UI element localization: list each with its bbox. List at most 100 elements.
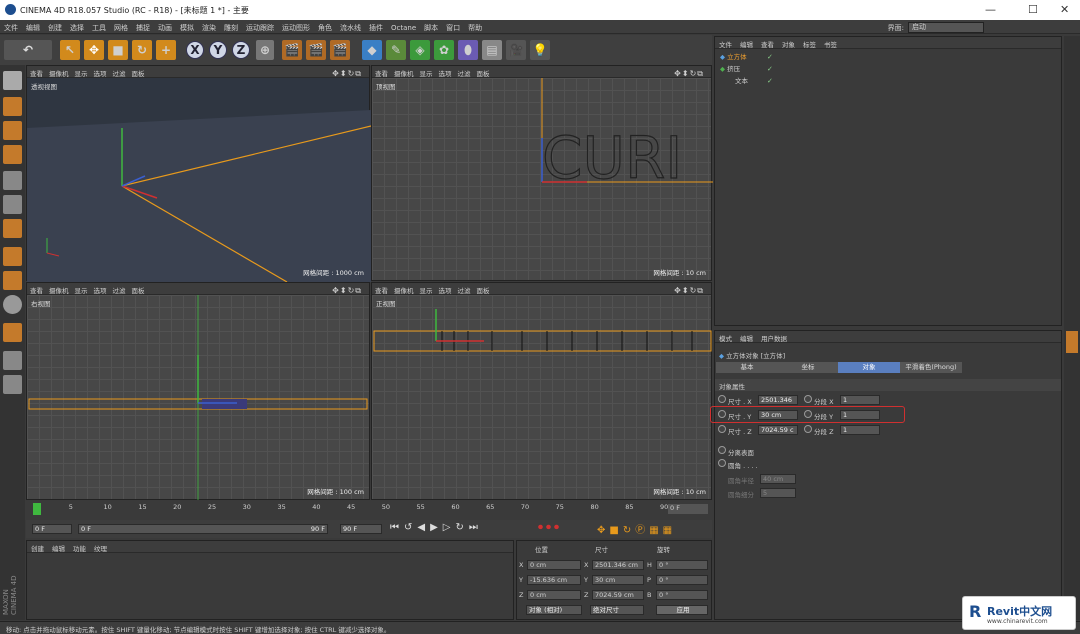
viewport-menu-item[interactable]: 选项 — [91, 66, 110, 78]
coord-system-icon[interactable]: ⊕ — [256, 40, 274, 60]
menu-item[interactable]: 运动图形 — [278, 20, 314, 33]
viewport-menu-item[interactable]: 过滤 — [455, 283, 474, 295]
viewport-front[interactable]: 查看 摄像机 显示 选项 过滤 面板 ✥⬍↻⧉ 正视图 网格间距 : 10 cm — [371, 282, 712, 500]
menu-item[interactable]: 网格 — [110, 20, 132, 33]
apply-button[interactable]: 应用 — [656, 605, 708, 615]
size-field[interactable]: 7024.59 cm — [592, 590, 644, 600]
size-field[interactable]: 2501.346 cm — [592, 560, 644, 570]
layout-select[interactable]: 启动 — [908, 22, 984, 33]
scale-icon[interactable]: ■ — [108, 40, 128, 60]
rotate-icon[interactable]: ↻ — [132, 40, 152, 60]
viewport-menu-item[interactable]: 查看 — [372, 66, 391, 78]
menu-item[interactable]: 流水线 — [336, 20, 365, 33]
grid-workplane-icon[interactable] — [3, 375, 22, 394]
object-menu-item[interactable]: 对象 — [778, 37, 799, 49]
viewport-menu-item[interactable]: 查看 — [27, 66, 46, 78]
menu-item[interactable]: 渲染 — [198, 20, 220, 33]
menu-item[interactable]: 编辑 — [22, 20, 44, 33]
light-icon[interactable]: 💡 — [530, 40, 550, 60]
render-view-icon[interactable]: 🎬 — [282, 40, 302, 60]
add-icon[interactable]: + — [156, 40, 176, 60]
seg-x-field[interactable]: 1 — [840, 395, 880, 405]
rotation-field[interactable]: 0 ° — [656, 560, 708, 570]
object-menu-item[interactable]: 文件 — [715, 37, 736, 49]
menu-item[interactable]: 插件 — [365, 20, 387, 33]
size-mode-select[interactable]: 绝对尺寸 — [590, 605, 644, 615]
maximize-button[interactable]: ☐ — [1028, 3, 1038, 16]
live-select-icon[interactable]: ↖ — [60, 40, 80, 60]
material-menu-item[interactable]: 创建 — [27, 541, 48, 553]
menu-item[interactable]: 选择 — [66, 20, 88, 33]
size-field[interactable]: 30 cm — [592, 575, 644, 585]
keyframe-dot[interactable] — [804, 425, 812, 433]
render-picture-icon[interactable]: 🎬 — [306, 40, 326, 60]
menu-item[interactable]: 窗口 — [442, 20, 464, 33]
playback-controls[interactable]: ⏮↺◀▶▷↻⏭ — [390, 522, 530, 536]
viewport-menu-item[interactable]: 查看 — [372, 283, 391, 295]
keyframe-dot[interactable] — [804, 395, 812, 403]
keyframe-dot[interactable] — [718, 395, 726, 403]
viewport-menu-item[interactable]: 过滤 — [455, 66, 474, 78]
coord-mode-select[interactable]: 对象 (相对) — [526, 605, 582, 615]
timeline-end-field[interactable]: 0 F — [668, 504, 708, 514]
viewport-right[interactable]: 查看 摄像机 显示 选项 过滤 面板 ✥⬍↻⧉ 右视图 网格间距 : 100 cm — [26, 282, 370, 501]
seg-y-field[interactable]: 1 — [840, 410, 880, 420]
record-buttons[interactable]: ⏺⏺⏺ — [538, 522, 592, 536]
cube-icon[interactable]: ◆ — [362, 40, 382, 60]
timeline[interactable]: 051015202530354045505560657075808590 — [26, 500, 712, 520]
seg-z-field[interactable]: 1 — [840, 425, 880, 435]
lock-workplane-icon[interactable] — [3, 351, 22, 370]
viewport-menu-item[interactable]: 摄像机 — [46, 66, 72, 78]
material-menu-item[interactable]: 纹理 — [90, 541, 111, 553]
menu-item[interactable]: 捕捉 — [132, 20, 154, 33]
keyframe-dot[interactable] — [718, 446, 726, 454]
minimize-button[interactable]: — — [985, 3, 996, 16]
viewport-menu-item[interactable]: 选项 — [436, 283, 455, 295]
size-y-field[interactable]: 30 cm — [758, 410, 798, 420]
cloner-icon[interactable]: ✿ — [434, 40, 454, 60]
polygons-mode-icon[interactable] — [3, 219, 22, 238]
texture-mode-icon[interactable] — [3, 121, 22, 140]
viewport-menu-item[interactable]: 摄像机 — [46, 283, 72, 295]
object-menu-item[interactable]: 书签 — [820, 37, 841, 49]
visibility-check-icon[interactable]: ✓ — [767, 77, 773, 85]
viewport-menu-item[interactable]: 面板 — [129, 283, 148, 295]
tab-coordinates[interactable]: 坐标 — [778, 362, 838, 373]
viewport-menu-item[interactable]: 查看 — [27, 283, 46, 295]
tab-object[interactable]: 对象 — [838, 362, 900, 373]
viewport-menu-item[interactable]: 过滤 — [110, 66, 129, 78]
timeline-playhead[interactable] — [33, 503, 41, 515]
object-row-text[interactable]: 文本 — [735, 75, 748, 87]
axis-y-button[interactable]: Y — [209, 41, 227, 59]
menu-item[interactable]: 动画 — [154, 20, 176, 33]
rotation-field[interactable]: 0 ° — [656, 575, 708, 585]
keyframe-dot[interactable] — [804, 410, 812, 418]
viewport-perspective[interactable]: 查看 摄像机 显示 选项 过滤 面板 ✥⬍↻⧉ 透视视图 网格间距 : 1000 cm — [26, 65, 371, 282]
keyframe-dot[interactable] — [718, 459, 726, 467]
attributes-tab[interactable] — [1066, 331, 1078, 353]
object-row-extrude[interactable]: ◆ 挤压 — [720, 63, 740, 75]
visibility-check-icon[interactable]: ✓ — [767, 53, 773, 61]
subdivision-icon[interactable]: ◈ — [410, 40, 430, 60]
frame-range-field[interactable]: 0 F 90 F — [78, 524, 328, 534]
menu-item[interactable]: Octane — [387, 21, 420, 32]
menu-item[interactable]: 运动跟踪 — [242, 20, 278, 33]
menu-item[interactable]: 帮助 — [464, 20, 486, 33]
viewport-menu-item[interactable]: 摄像机 — [391, 66, 417, 78]
visibility-check-icon[interactable]: ✓ — [767, 65, 773, 73]
magnet-icon[interactable] — [3, 323, 22, 342]
viewport-menu-item[interactable]: 选项 — [436, 66, 455, 78]
key-mode-buttons[interactable]: ✥■↻Ⓟ▦▦ — [597, 521, 707, 537]
viewport-menu-item[interactable]: 面板 — [474, 283, 493, 295]
viewport-menu-item[interactable]: 摄像机 — [391, 283, 417, 295]
mode-make-editable-icon[interactable] — [3, 71, 22, 90]
menu-item[interactable]: 工具 — [88, 20, 110, 33]
viewport-menu-item[interactable]: 显示 — [417, 283, 436, 295]
object-menu-item[interactable]: 查看 — [757, 37, 778, 49]
end-frame-field[interactable]: 90 F — [340, 524, 382, 534]
move-icon[interactable]: ✥ — [84, 40, 104, 60]
tab-phong[interactable]: 平滑着色(Phong) — [900, 362, 962, 373]
tab-basic[interactable]: 基本 — [716, 362, 778, 373]
viewport-menu-item[interactable]: 面板 — [129, 66, 148, 78]
attribute-menu-item[interactable]: 用户数据 — [757, 331, 791, 343]
